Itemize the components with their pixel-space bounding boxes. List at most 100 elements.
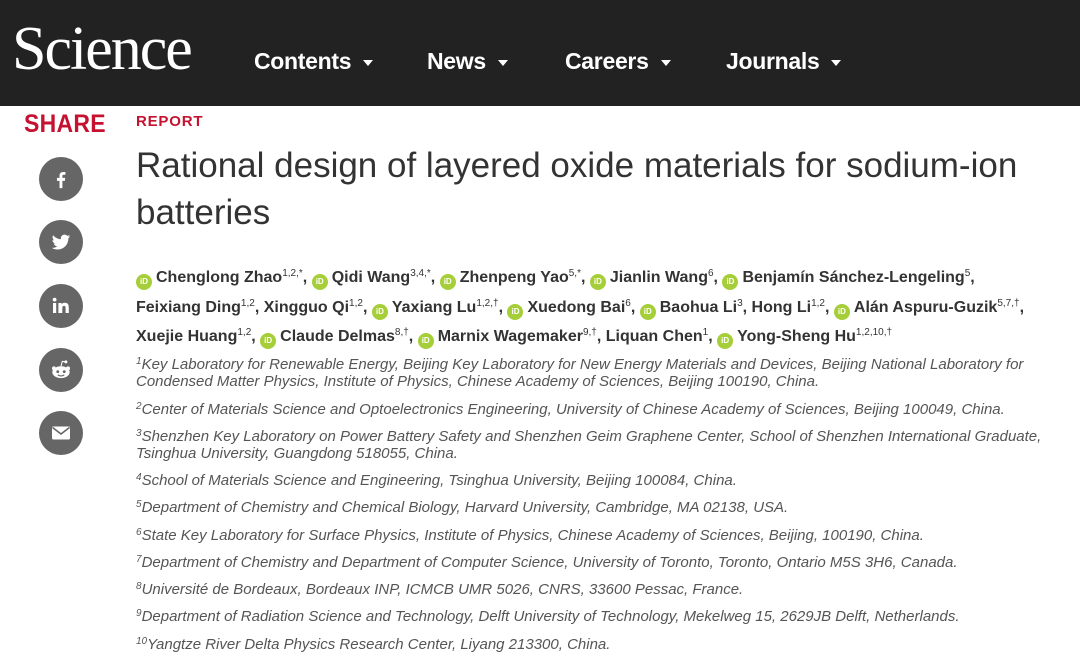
author-name[interactable]: Yong-Sheng Hu <box>737 328 856 345</box>
science-logo[interactable]: Science <box>12 14 193 84</box>
author-entry: Xuejie Huang1,2, <box>136 327 256 346</box>
orcid-icon[interactable]: iD <box>833 303 850 320</box>
author-name[interactable]: Baohua Li <box>660 299 737 316</box>
author-affiliation-marker: 1,2 <box>240 297 255 309</box>
orcid-icon[interactable]: iD <box>136 274 152 290</box>
nav-journals[interactable]: Journals <box>726 44 842 78</box>
author-affiliation-marker: 6 <box>625 297 631 309</box>
orcid-icon[interactable]: iD <box>260 333 277 349</box>
chevron-down-icon <box>660 59 671 66</box>
nav-careers[interactable]: Careers <box>565 44 671 78</box>
share-reddit-button[interactable] <box>39 348 83 392</box>
chevron-down-icon <box>497 59 508 66</box>
affiliation-text: State Key Laboratory for Surface Physics… <box>141 527 924 544</box>
orcid-icon[interactable]: iD <box>589 274 606 290</box>
nav-news[interactable]: News <box>427 44 508 78</box>
author-name[interactable]: Xuejie Huang <box>136 328 237 345</box>
author-entry: iD Zhenpeng Yao5,*, <box>439 268 585 290</box>
affiliation-text: Department of Chemistry and Chemical Bio… <box>141 499 789 516</box>
author-name[interactable]: Qidi Wang <box>332 269 411 286</box>
author-name[interactable]: Claude Delmas <box>280 328 395 345</box>
affiliation-item: 5Department of Chemistry and Chemical Bi… <box>136 499 1071 516</box>
author-name[interactable]: Hong Li <box>752 299 812 316</box>
affiliation-item: 9Department of Radiation Science and Tec… <box>136 608 1071 625</box>
author-entry: iD Benjamín Sánchez-Lengeling5, <box>722 269 975 290</box>
author-affiliation-marker: 5,7,† <box>997 297 1020 309</box>
linkedin-icon <box>52 297 69 313</box>
affiliation-text: Shenzhen Key Laboratory on Power Battery… <box>136 428 1042 462</box>
affiliation-item: 2Center of Materials Science and Optoele… <box>136 401 1071 418</box>
author-name[interactable]: Chenglong Zhao <box>156 269 282 286</box>
affiliation-text: Department of Chemistry and Department o… <box>141 554 958 571</box>
affiliation-text: Center of Materials Science and Optoelec… <box>141 401 1005 418</box>
affiliation-item: 7Department of Chemistry and Department … <box>136 554 1071 571</box>
nav-journals-label: Journals <box>726 47 820 74</box>
author-affiliation-marker: 3 <box>737 297 743 309</box>
author-name[interactable]: Yaxiang Lu <box>392 299 476 316</box>
nav-contents-label: Contents <box>254 47 352 74</box>
author-affiliation-marker: 3,4,* <box>410 268 431 279</box>
email-icon <box>52 426 70 440</box>
author-affiliation-marker: 1,2,* <box>282 268 303 279</box>
article-type-label: REPORT <box>136 113 204 130</box>
share-heading: SHARE <box>24 110 106 138</box>
orcid-icon[interactable]: iD <box>439 274 456 290</box>
orcid-icon[interactable]: iD <box>717 333 734 349</box>
nav-careers-label: Careers <box>565 47 649 74</box>
affiliation-item: 6State Key Laboratory for Surface Physic… <box>136 527 1071 544</box>
author-affiliation-marker: 1 <box>702 327 709 338</box>
author-entry: iD Yaxiang Lu1,2,†, <box>371 297 503 320</box>
orcid-icon[interactable]: iD <box>722 274 739 290</box>
affiliation-text: School of Materials Science and Engineer… <box>141 472 737 489</box>
author-name[interactable]: Liquan Chen <box>606 328 703 345</box>
orcid-icon[interactable]: iD <box>507 303 524 320</box>
author-name[interactable]: Xingguo Qi <box>264 299 349 316</box>
author-entry: iD Chenglong Zhao1,2,*, <box>136 268 307 290</box>
affiliation-item: 3Shenzhen Key Laboratory on Power Batter… <box>136 428 1071 462</box>
author-affiliation-marker: 8,† <box>394 327 409 338</box>
share-email-button[interactable] <box>39 411 83 455</box>
affiliation-item: 4School of Materials Science and Enginee… <box>136 472 1071 489</box>
nav-contents[interactable]: Contents <box>254 44 374 78</box>
affiliation-text: Key Laboratory for Renewable Energy, Bei… <box>136 356 1024 390</box>
author-name[interactable]: Alán Aspuru-Guzik <box>854 299 997 316</box>
article-title: Rational design of layered oxide materia… <box>136 146 1018 232</box>
author-entry: iD Marnix Wagemaker9,†, <box>417 327 601 349</box>
author-affiliation-marker: 1,2 <box>811 297 825 309</box>
author-entry: Liquan Chen1, <box>605 327 713 346</box>
author-affiliation-marker: 9,† <box>582 327 597 338</box>
author-entry: iD Baohua Li3, <box>639 297 747 320</box>
author-name[interactable]: Zhenpeng Yao <box>460 269 569 286</box>
orcid-icon[interactable]: iD <box>639 303 656 320</box>
twitter-icon <box>51 234 71 250</box>
author-name[interactable]: Benjamín Sánchez-Lengeling <box>742 269 964 286</box>
author-entry: Feixiang Ding1,2, <box>136 297 260 316</box>
orcid-icon[interactable]: iD <box>311 274 328 290</box>
author-entry: Hong Li1,2, <box>751 297 830 316</box>
affiliation-item: 10Yangtze River Delta Physics Research C… <box>136 636 1071 653</box>
affiliation-number: 10 <box>136 636 148 647</box>
affiliation-text: Yangtze River Delta Physics Research Cen… <box>147 636 611 653</box>
share-twitter-button[interactable] <box>39 220 83 264</box>
share-facebook-button[interactable] <box>39 157 83 201</box>
orcid-icon[interactable]: iD <box>417 333 434 349</box>
author-entry: iD Qidi Wang3,4,*, <box>311 268 435 290</box>
author-name[interactable]: Feixiang Ding <box>136 299 241 316</box>
nav-news-label: News <box>427 47 486 74</box>
affiliation-item: 1Key Laboratory for Renewable Energy, Be… <box>136 356 1071 390</box>
author-list: iD Chenglong Zhao1,2,*, iD Qidi Wang3,4,*,… <box>136 263 1071 352</box>
author-name[interactable]: Marnix Wagemaker <box>438 328 583 345</box>
share-linkedin-button[interactable] <box>39 284 83 328</box>
facebook-icon <box>56 171 66 189</box>
author-name[interactable]: Jianlin Wang <box>610 269 708 286</box>
affiliation-text: Université de Bordeaux, Bordeaux INP, IC… <box>141 581 744 598</box>
author-affiliation-marker: 1,2,† <box>476 297 499 309</box>
author-entry: iD Claude Delmas8,†, <box>260 327 413 349</box>
orcid-icon[interactable]: iD <box>371 303 388 320</box>
author-affiliation-marker: 1,2,10,† <box>855 327 893 338</box>
author-name[interactable]: Xuedong Bai <box>527 299 625 316</box>
author-affiliation-marker: 1,2 <box>349 297 363 309</box>
author-affiliation-marker: 5,* <box>568 268 581 279</box>
author-entry: iD Jianlin Wang6, <box>589 269 718 290</box>
author-entry: iD Xuedong Bai6, <box>507 297 635 320</box>
